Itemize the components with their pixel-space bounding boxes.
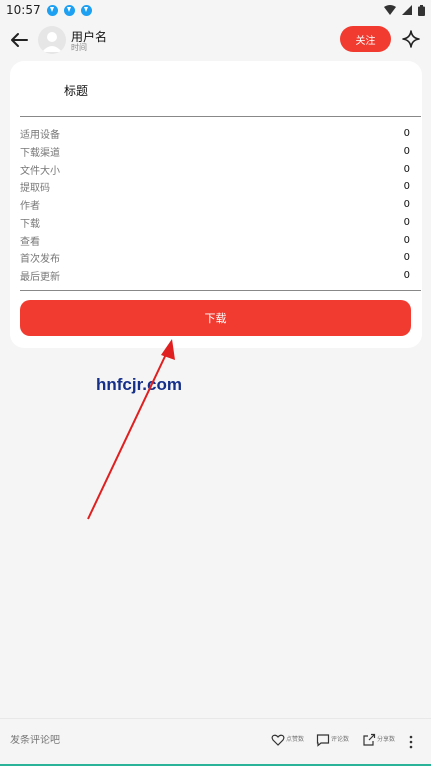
info-value: 0 xyxy=(403,198,410,210)
comment-button[interactable]: 评论数 xyxy=(316,733,349,747)
post-time: 时间 xyxy=(71,43,87,52)
download-button[interactable]: 下载 xyxy=(20,300,411,336)
info-value: 0 xyxy=(403,180,410,192)
info-label: 适用设备 xyxy=(20,129,60,141)
follow-button[interactable]: 关注 xyxy=(340,26,391,52)
info-row: 首次发布 0 xyxy=(20,249,410,265)
resource-card: 标题 适用设备 0 下载渠道 0 文件大小 0 提取码 0 作者 0 下载 0 … xyxy=(10,61,422,348)
info-value: 0 xyxy=(403,145,410,157)
info-label: 下载渠道 xyxy=(20,147,60,159)
info-value: 0 xyxy=(403,216,410,228)
download-notification-icon xyxy=(46,4,58,16)
info-row: 适用设备 0 xyxy=(20,125,410,141)
info-row: 文件大小 0 xyxy=(20,161,410,177)
wifi-icon xyxy=(384,5,396,15)
info-row: 提取码 0 xyxy=(20,178,410,194)
divider xyxy=(20,116,421,117)
info-row: 作者 0 xyxy=(20,196,410,212)
status-bar: 10:57 xyxy=(0,0,431,20)
status-indicators xyxy=(384,4,425,16)
info-row: 下载渠道 0 xyxy=(20,143,410,159)
comment-icon xyxy=(316,734,330,747)
share-icon xyxy=(363,733,376,746)
watermark-text: hnfcjr.com xyxy=(96,375,182,394)
user-icon xyxy=(42,32,62,52)
signal-icon xyxy=(402,5,412,15)
like-button[interactable]: 点赞数 xyxy=(271,733,304,747)
resource-title: 标题 xyxy=(64,84,89,98)
comment-count-label: 评论数 xyxy=(331,736,350,743)
info-label: 下载 xyxy=(20,218,40,230)
arrow-left-icon[interactable] xyxy=(8,29,30,51)
info-value: 0 xyxy=(403,269,410,281)
info-row: 最后更新 0 xyxy=(20,267,410,283)
info-value: 0 xyxy=(403,251,410,263)
info-label: 文件大小 xyxy=(20,165,60,177)
info-label: 作者 xyxy=(20,200,40,212)
comment-input[interactable] xyxy=(10,735,160,746)
info-label: 最后更新 xyxy=(20,271,60,283)
battery-icon xyxy=(418,4,425,16)
info-value: 0 xyxy=(403,163,410,175)
divider xyxy=(20,290,421,291)
status-time: 10:57 xyxy=(6,3,41,17)
top-bar: 用户名 时间 关注 xyxy=(0,20,431,60)
download-notification-icon xyxy=(63,4,75,16)
info-label: 提取码 xyxy=(20,182,50,194)
share-count-label: 分享数 xyxy=(377,736,396,743)
info-label: 首次发布 xyxy=(20,253,60,265)
download-notification-icon xyxy=(80,4,92,16)
avatar[interactable] xyxy=(38,26,66,54)
info-label: 查看 xyxy=(20,236,40,248)
heart-icon xyxy=(271,734,285,746)
info-row: 查看 0 xyxy=(20,232,410,248)
info-value: 0 xyxy=(403,234,410,246)
like-count-label: 点赞数 xyxy=(286,736,305,743)
more-vertical-icon[interactable] xyxy=(406,734,416,750)
info-row: 下载 0 xyxy=(20,214,410,230)
bottom-bar: 点赞数 评论数 分享数 xyxy=(0,718,431,764)
info-value: 0 xyxy=(403,127,410,139)
share-button[interactable]: 分享数 xyxy=(362,733,395,747)
sparkle-icon[interactable] xyxy=(402,30,420,48)
